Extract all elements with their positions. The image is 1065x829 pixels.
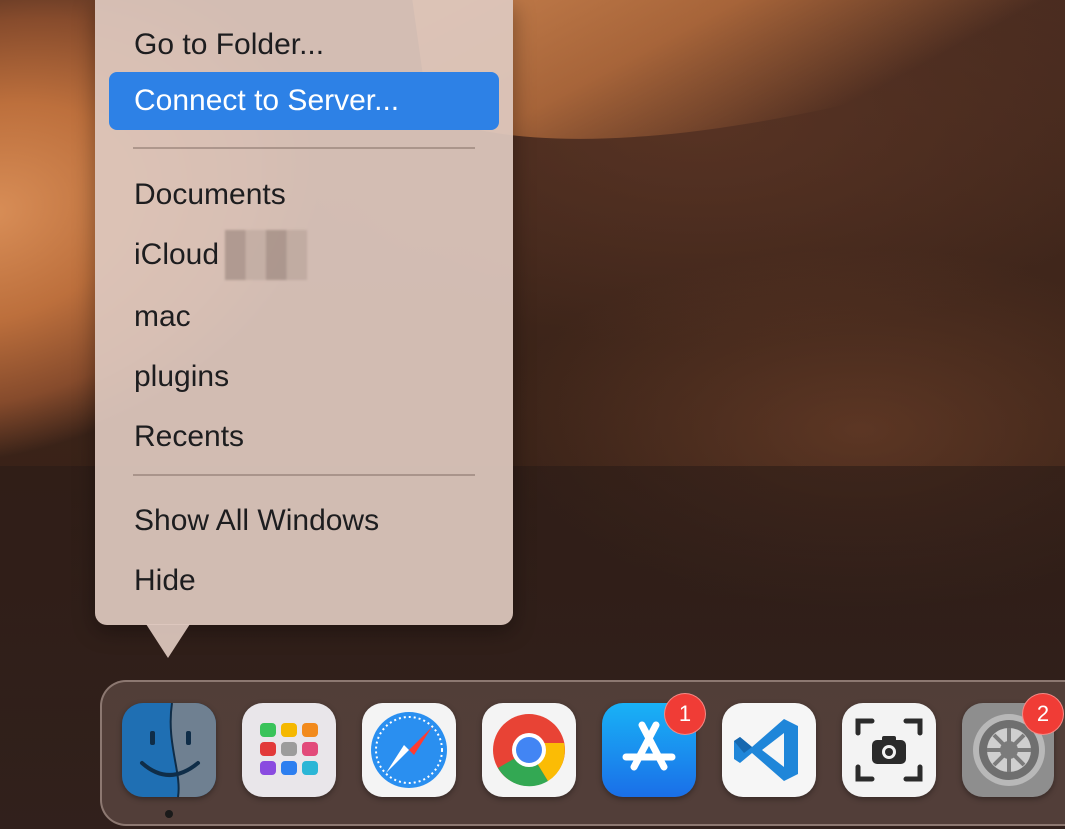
app-store-badge: 1 <box>664 693 706 735</box>
menu-separator <box>133 147 475 149</box>
menu-item-go-to-folder[interactable]: Go to Folder... <box>109 16 499 74</box>
finder-dock-context-menu: Go to Folder... Connect to Server... Doc… <box>95 0 513 625</box>
menu-item-label: iCloud <box>134 238 220 271</box>
launchpad-icon <box>260 723 318 775</box>
menu-item-show-all-windows[interactable]: Show All Windows <box>109 492 499 550</box>
finder-icon <box>122 703 216 797</box>
vscode-icon <box>734 719 798 781</box>
menu-item-recents[interactable]: Recents <box>109 408 499 466</box>
screenshot-icon <box>855 718 923 782</box>
finder-running-indicator <box>165 810 173 818</box>
menu-item-connect-to-server[interactable]: Connect to Server... <box>109 72 499 130</box>
menu-item-label: Show All Windows <box>134 504 380 537</box>
dock-item-safari[interactable] <box>362 703 456 797</box>
dock-item-chrome[interactable] <box>482 703 576 797</box>
menu-item-label: Connect to Server... <box>134 84 400 117</box>
menu-item-label: mac <box>134 300 191 333</box>
safari-icon <box>371 712 447 788</box>
redacted-text <box>225 230 308 280</box>
menu-item-mac[interactable]: mac <box>109 288 499 346</box>
menu-item-plugins[interactable]: plugins <box>109 348 499 406</box>
dock-item-screenshot[interactable] <box>842 703 936 797</box>
chrome-icon <box>493 714 565 787</box>
menu-item-label: Documents <box>134 178 286 211</box>
dock-item-launchpad[interactable] <box>242 703 336 797</box>
menu-item-label: plugins <box>134 360 230 393</box>
menu-separator <box>133 474 475 476</box>
dock-item-vscode[interactable] <box>722 703 816 797</box>
menu-item-hide[interactable]: Hide <box>109 552 499 610</box>
menu-pointer-arrow <box>146 624 190 658</box>
menu-item-label: Go to Folder... <box>134 28 325 61</box>
menu-item-label: Hide <box>134 564 196 597</box>
system-preferences-badge: 2 <box>1022 693 1064 735</box>
menu-item-documents[interactable]: Documents <box>109 166 499 224</box>
dock-item-finder[interactable] <box>122 703 216 797</box>
menu-item-icloud[interactable]: iCloud <box>109 226 499 284</box>
menu-item-label: Recents <box>134 420 245 453</box>
